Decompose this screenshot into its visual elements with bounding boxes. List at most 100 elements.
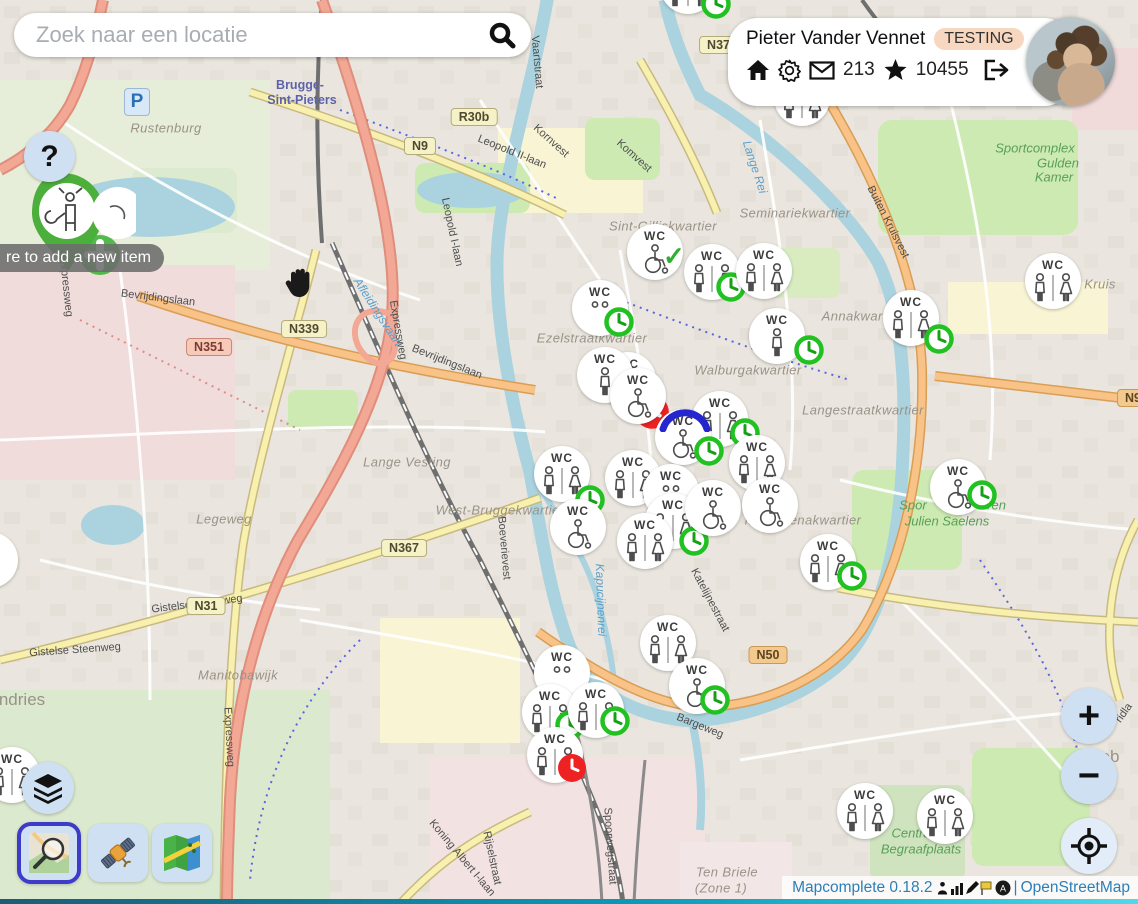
logout-icon <box>983 59 1009 81</box>
map-style-satellite-button[interactable] <box>88 824 148 882</box>
home-button[interactable] <box>746 59 770 81</box>
wc-label: WC <box>660 470 682 483</box>
road-ref-badge: N9 <box>1117 389 1138 407</box>
search-icon <box>487 20 517 50</box>
wc-label: WC <box>900 296 922 309</box>
envelope-icon <box>809 61 835 80</box>
toilet-marker[interactable]: WC <box>736 243 792 299</box>
message-count: 213 <box>843 59 875 81</box>
road-ref-badge: N339 <box>281 320 327 338</box>
svg-text:A: A <box>1000 883 1006 893</box>
toilet-marker[interactable]: WC <box>550 499 606 555</box>
circle-a-icon[interactable]: A <box>995 880 1011 896</box>
user-avatar[interactable] <box>1026 17 1115 106</box>
zoom-in-button[interactable]: + <box>1061 688 1117 744</box>
toilet-marker[interactable]: WC <box>534 446 590 502</box>
wc-label: WC <box>622 456 644 469</box>
toilet-marker[interactable]: WC <box>568 682 624 738</box>
star-count: 10455 <box>916 59 969 81</box>
user-panel: Pieter Vander Vennet TESTING 213 <box>728 18 1074 106</box>
zoom-out-button[interactable]: − <box>1061 748 1117 804</box>
messages-button[interactable] <box>809 61 835 80</box>
toilet-marker[interactable]: WC <box>930 459 986 515</box>
layers-button[interactable] <box>22 762 74 814</box>
settings-button[interactable] <box>778 59 801 82</box>
wc-label: WC <box>644 230 666 243</box>
toilet-tool-circle <box>39 183 95 239</box>
wc-label: WC <box>634 519 656 532</box>
testing-badge: TESTING <box>934 28 1023 50</box>
map-style-osm-button[interactable] <box>17 822 81 884</box>
toilet-marker[interactable]: WC <box>527 727 583 783</box>
statistics-person-icon[interactable] <box>936 881 949 895</box>
toilet-marker[interactable]: WC <box>917 788 973 844</box>
logout-button[interactable] <box>983 59 1009 81</box>
toilet-marker[interactable]: WC <box>684 244 740 300</box>
road-ref-badge: N50 <box>749 646 788 664</box>
wc-label: WC <box>854 789 876 802</box>
toilet-marker[interactable]: WC <box>669 658 725 714</box>
wc-label: WC <box>766 314 788 327</box>
toilet-marker[interactable]: WC <box>685 480 741 536</box>
wc-label: WC <box>702 486 724 499</box>
toilet-marker[interactable]: WC <box>1025 253 1081 309</box>
road-ref-badge: N367 <box>381 539 427 557</box>
add-new-item-pin[interactable] <box>18 165 136 282</box>
wc-label: WC <box>657 621 679 634</box>
map-style-background-button[interactable] <box>152 824 212 882</box>
user-name: Pieter Vander Vennet <box>746 28 925 50</box>
home-icon <box>746 59 770 81</box>
changes-button[interactable] <box>883 58 908 82</box>
wc-label: WC <box>759 483 781 496</box>
openstreetmap-link[interactable]: OpenStreetMap <box>1021 879 1130 897</box>
folded-map-icon <box>160 831 204 875</box>
attribution-separator: | <box>1014 879 1018 897</box>
osm-carto-icon <box>27 831 71 875</box>
wc-label: WC <box>753 249 775 262</box>
help-button[interactable]: ? <box>24 131 75 182</box>
toilet-marker[interactable]: WC <box>800 534 856 590</box>
search-bar <box>14 13 531 57</box>
crosshair-icon <box>1070 827 1108 865</box>
bottom-accent-bar <box>0 899 1138 904</box>
bar-chart-icon[interactable] <box>950 881 964 895</box>
blue-arc-marker[interactable] <box>657 402 713 437</box>
toilet-marker[interactable]: WC <box>837 783 893 839</box>
wc-label: WC <box>594 353 616 366</box>
toilet-marker[interactable]: WC <box>617 513 673 569</box>
mapcomplete-app: P Brugge-Sint-PietersRustenburgSint-Gill… <box>0 0 1138 904</box>
road-ref-badge: N9 <box>404 137 436 155</box>
wc-label: WC <box>1 753 23 766</box>
satellite-icon <box>96 831 140 875</box>
wc-label: WC <box>544 733 566 746</box>
wc-label: WC <box>551 651 573 664</box>
wc-label: WC <box>746 441 768 454</box>
wc-label: WC <box>0 538 1 551</box>
wc-label: WC <box>947 465 969 478</box>
wc-label: WC <box>686 664 708 677</box>
attribution-bar: Mapcomplete 0.18.2 A | OpenStreetMap <box>782 876 1138 899</box>
geolocate-button[interactable] <box>1061 818 1117 874</box>
toilet-marker[interactable]: WC <box>749 308 805 364</box>
search-input[interactable] <box>34 21 483 49</box>
toilet-marker[interactable]: WC <box>883 290 939 346</box>
flag-icon[interactable] <box>980 881 994 895</box>
mapcomplete-version-link[interactable]: Mapcomplete 0.18.2 <box>792 879 932 897</box>
road-ref-badge: N351 <box>186 338 232 356</box>
toilet-marker[interactable]: WC <box>572 280 628 336</box>
search-button[interactable] <box>483 20 531 50</box>
wc-label: WC <box>585 688 607 701</box>
wc-label: WC <box>1042 259 1064 272</box>
pencil-icon[interactable] <box>965 881 979 895</box>
wc-label: WC <box>551 452 573 465</box>
layers-icon <box>31 772 65 804</box>
toilet-marker[interactable]: WC✓ <box>627 224 683 280</box>
wc-label: WC <box>701 250 723 263</box>
wc-label: WC <box>662 499 684 512</box>
star-icon <box>883 58 908 82</box>
parking-icon: P <box>124 88 150 116</box>
wc-label: WC <box>567 505 589 518</box>
wc-label: WC <box>539 690 561 703</box>
toilet-marker[interactable]: WC <box>742 477 798 533</box>
wc-label: WC <box>817 540 839 553</box>
